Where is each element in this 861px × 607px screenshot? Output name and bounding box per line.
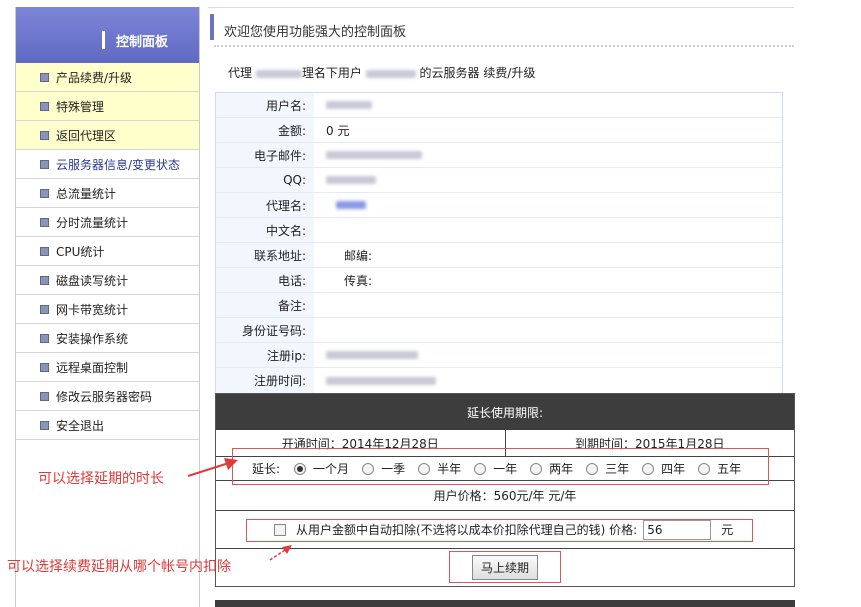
arrow-head-2 bbox=[282, 545, 292, 554]
annotation-duration: 可以选择延期的时长 bbox=[38, 471, 164, 487]
page: 控制面板 产品续费/升级 特殊管理 返回代理区 云服务器信息/变更状态 总流量统… bbox=[0, 0, 861, 607]
annotation-arrows bbox=[187, 458, 292, 561]
arrow-line-1 bbox=[187, 461, 233, 477]
arrow-head-1 bbox=[224, 458, 238, 470]
annotation-deduct: 可以选择续费延期从哪个帐号内扣除 bbox=[7, 559, 231, 575]
